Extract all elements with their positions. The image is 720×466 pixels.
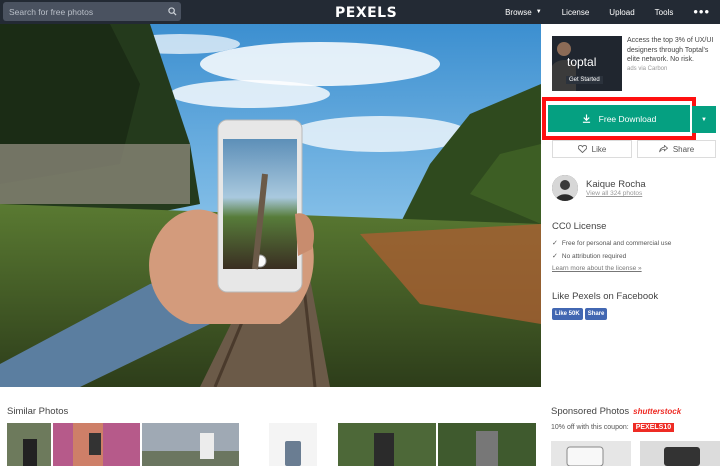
- photographer-avatar[interactable]: [552, 175, 578, 201]
- photographer: Kaique Rocha View all 324 photos: [552, 175, 646, 201]
- similar-photos-title: Similar Photos: [7, 406, 69, 417]
- similar-photo-thumb[interactable]: [142, 423, 239, 466]
- carbon-ad[interactable]: toptal Get Started Access the top 3% of …: [552, 36, 714, 91]
- main-photo[interactable]: [0, 24, 541, 387]
- coupon-code[interactable]: PEXELS10: [632, 423, 675, 432]
- similar-photo-thumb[interactable]: [7, 423, 51, 466]
- similar-photo-thumb[interactable]: [269, 423, 317, 466]
- view-all-photos-link[interactable]: View all 324 photos: [586, 190, 646, 197]
- free-download-label: Free Download: [598, 113, 657, 124]
- facebook-like-button[interactable]: Like 50K: [552, 308, 583, 320]
- sponsored-photos-title: Sponsored Photos shutterstock: [551, 406, 681, 417]
- facebook-share-button[interactable]: Share: [584, 308, 608, 320]
- photographer-name[interactable]: Kaique Rocha: [586, 179, 646, 190]
- ad-brand-logo: toptal: [567, 55, 597, 69]
- nav-tools[interactable]: Tools: [655, 8, 674, 17]
- license-point-text: Free for personal and commercial use: [561, 239, 672, 247]
- download-options-dropdown[interactable]: ▼: [692, 106, 716, 133]
- caret-down-icon: ▼: [535, 9, 542, 15]
- shutterstock-logo[interactable]: shutterstock: [633, 407, 681, 416]
- related-section: Similar Photos Sponsored Photos shutters…: [0, 387, 720, 466]
- more-menu-icon[interactable]: •••: [693, 5, 710, 18]
- like-label: Like: [591, 144, 607, 154]
- heart-icon: [577, 145, 587, 153]
- ad-copy[interactable]: Access the top 3% of UX/UI designers thr…: [627, 36, 714, 65]
- similar-photo-thumb[interactable]: [53, 423, 140, 466]
- search-bar[interactable]: Search for free photos: [3, 2, 181, 21]
- similar-photo-thumb[interactable]: [338, 423, 436, 466]
- top-navbar: Search for free photos PEXELS Browse ▼ L…: [0, 0, 720, 24]
- sponsored-photo-thumb[interactable]: [640, 441, 720, 466]
- nav-license[interactable]: License: [562, 8, 590, 17]
- facebook-title: Like Pexels on Facebook: [552, 291, 659, 302]
- nav-browse[interactable]: Browse ▼: [505, 8, 542, 17]
- download-icon: [582, 114, 591, 123]
- caret-down-icon: ▼: [701, 116, 707, 123]
- share-label: Share: [672, 144, 695, 154]
- facebook-widget: Like 50K Share: [552, 308, 608, 320]
- main-nav: Browse ▼ License Upload Tools •••: [505, 0, 720, 24]
- search-icon[interactable]: [163, 2, 181, 21]
- photo-image: [0, 24, 541, 387]
- like-button[interactable]: Like: [552, 140, 632, 158]
- license-point-text: No attribution required: [561, 252, 627, 260]
- coupon-text: 10% off with this coupon:: [551, 424, 629, 431]
- share-button[interactable]: Share: [637, 140, 716, 158]
- coupon-row: 10% off with this coupon: PEXELS10: [551, 423, 675, 432]
- pexels-logo[interactable]: PEXELS: [335, 5, 397, 21]
- sponsored-photos-label: Sponsored Photos: [551, 406, 630, 417]
- ad-via[interactable]: ads via Carbon: [627, 66, 714, 72]
- check-icon: ✓: [552, 240, 558, 247]
- license-point: ✓ Free for personal and commercial use: [552, 239, 672, 248]
- share-icon: [658, 145, 668, 153]
- similar-photo-thumb[interactable]: [438, 423, 536, 466]
- ad-cta[interactable]: Get Started: [566, 76, 603, 84]
- license-point: ✓ No attribution required: [552, 252, 627, 261]
- search-input[interactable]: Search for free photos: [3, 7, 163, 17]
- nav-browse-label: Browse: [505, 7, 532, 17]
- ad-image[interactable]: toptal Get Started: [552, 36, 622, 91]
- check-icon: ✓: [552, 253, 558, 260]
- sponsored-photo-thumb[interactable]: [551, 441, 631, 466]
- nav-upload[interactable]: Upload: [609, 8, 634, 17]
- license-title: CC0 License: [552, 221, 607, 232]
- free-download-button[interactable]: Free Download: [548, 105, 690, 132]
- pexels-photo-page: Search for free photos PEXELS Browse ▼ L…: [0, 0, 720, 466]
- download-highlight-box: Free Download: [542, 97, 696, 140]
- photo-sidebar: toptal Get Started Access the top 3% of …: [541, 24, 720, 387]
- license-learn-more-link[interactable]: Learn more about the license »: [552, 265, 642, 272]
